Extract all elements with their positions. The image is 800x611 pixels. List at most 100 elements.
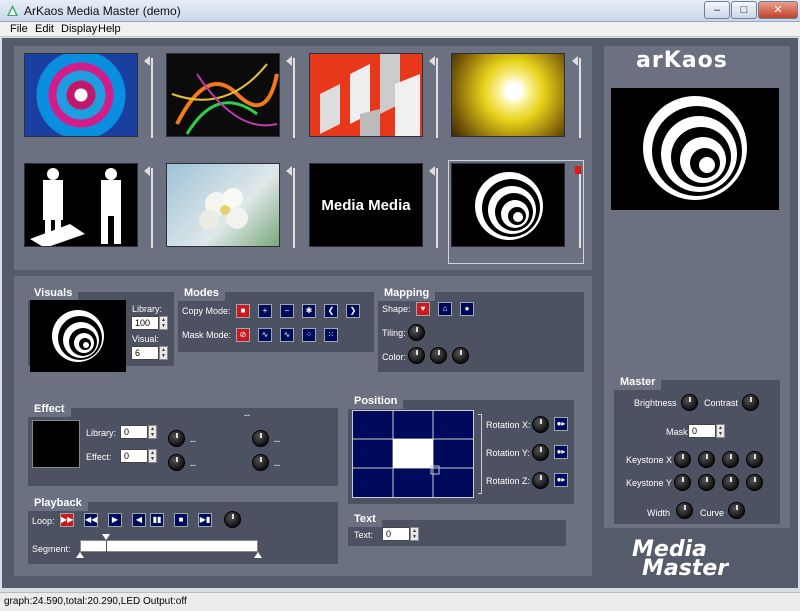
thumb-4-slider-handle[interactable] [572, 56, 578, 66]
effect-library-spinner[interactable]: ▲ ▼ [148, 425, 157, 439]
keystone-x-knob-4[interactable] [746, 451, 763, 468]
app-icon [7, 5, 18, 16]
position-grid[interactable] [352, 410, 474, 498]
mask-mode-none-button[interactable]: ⊘ [236, 328, 250, 342]
thumb-6-slider[interactable] [293, 168, 295, 248]
thumb-1-slider-handle[interactable] [144, 56, 150, 66]
playback-speed-knob[interactable] [224, 511, 241, 528]
segment-end-marker[interactable] [254, 552, 262, 558]
rotation-z-knob[interactable] [532, 472, 549, 489]
effect-param-knob-3[interactable] [252, 430, 269, 447]
thumb-5-slider-handle[interactable] [144, 166, 150, 176]
skip-end-button[interactable]: ▶▮ [198, 513, 212, 527]
mask-mode-grid-button[interactable]: ⁙ [324, 328, 338, 342]
keystone-y-knob-1[interactable] [674, 474, 691, 491]
shape-heart-button[interactable]: ♥ [416, 302, 430, 316]
mask-field[interactable]: 0 [688, 424, 716, 438]
copy-mode-label: Copy Mode: [182, 306, 231, 316]
media-master-logo: Media Master [632, 539, 729, 581]
logo-line-2: Master [642, 556, 729, 581]
effect-effect-field[interactable]: 0 [120, 449, 148, 463]
visuals-library-field[interactable]: 100 [131, 316, 159, 330]
reverse-button[interactable]: ◀ [132, 513, 146, 527]
rotation-y-knob[interactable] [532, 444, 549, 461]
thumb-3-slider-handle[interactable] [429, 56, 435, 66]
keystone-x-knob-2[interactable] [698, 451, 715, 468]
menu-help[interactable]: Help [98, 23, 121, 35]
stop-button[interactable]: ■ [174, 513, 188, 527]
thumb-7-slider-handle[interactable] [429, 166, 435, 176]
shape-lock-button[interactable]: ⌂ [438, 302, 452, 316]
copy-mode-left-button[interactable]: ❮ [324, 304, 338, 318]
keystone-x-knob-1[interactable] [674, 451, 691, 468]
copy-mode-add-button[interactable]: + [258, 304, 272, 318]
thumb-7-slider[interactable] [436, 168, 438, 248]
color-knob-g[interactable] [430, 347, 447, 364]
effect-param-knob-2[interactable] [168, 454, 185, 471]
visuals-visual-spinner[interactable]: ▲ ▼ [159, 346, 168, 360]
menu-display[interactable]: Display [61, 23, 97, 35]
thumb-3-slider[interactable] [436, 58, 438, 138]
thumbnail-2[interactable] [166, 53, 280, 137]
effect-library-field[interactable]: 0 [120, 425, 148, 439]
copy-mode-right-button[interactable]: ❯ [346, 304, 360, 318]
close-button[interactable]: ✕ [758, 1, 798, 19]
thumbnail-3[interactable] [309, 53, 423, 137]
shape-circle-button[interactable]: ● [460, 302, 474, 316]
keystone-y-knob-2[interactable] [698, 474, 715, 491]
visuals-library-spinner[interactable]: ▲ ▼ [159, 316, 168, 330]
copy-mode-normal-button[interactable]: ■ [236, 304, 250, 318]
visuals-visual-field[interactable]: 6 [131, 346, 159, 360]
thumb-6-slider-handle[interactable] [286, 166, 292, 176]
color-knob-r[interactable] [408, 347, 425, 364]
keystone-y-knob-3[interactable] [722, 474, 739, 491]
thumbnail-7[interactable]: Media Media [309, 163, 423, 247]
effect-param-knob-4[interactable] [252, 454, 269, 471]
width-knob[interactable] [676, 502, 693, 519]
contrast-knob[interactable] [742, 394, 759, 411]
tiling-knob[interactable] [408, 324, 425, 341]
menu-file[interactable]: File [10, 23, 28, 35]
color-knob-b[interactable] [452, 347, 469, 364]
thumb-5-slider[interactable] [151, 168, 153, 248]
mask-spinner[interactable]: ▲ ▼ [716, 424, 725, 438]
pause-button[interactable]: ▮▮ [150, 513, 164, 527]
text-field[interactable]: 0 [382, 527, 410, 541]
rotation-z-reset-button[interactable]: ●▸ [554, 473, 568, 487]
thumbnail-4[interactable] [451, 53, 565, 137]
curve-knob[interactable] [728, 502, 745, 519]
minimize-button[interactable]: – [704, 1, 730, 19]
rotation-y-reset-button[interactable]: ●▸ [554, 445, 568, 459]
rotation-x-knob[interactable] [532, 416, 549, 433]
effect-effect-label: Effect: [86, 452, 112, 462]
silhouettes-image [30, 168, 121, 246]
thumbnail-8[interactable] [451, 163, 565, 247]
rewind-button[interactable]: ◀◀ [84, 513, 98, 527]
thumb-1-slider[interactable] [151, 58, 153, 138]
copy-mode-subtract-button[interactable]: − [280, 304, 294, 318]
brightness-knob[interactable] [681, 394, 698, 411]
menu-edit[interactable]: Edit [35, 23, 54, 35]
thumb-2-slider[interactable] [293, 58, 295, 138]
thumbnail-6[interactable] [166, 163, 280, 247]
keystone-y-knob-4[interactable] [746, 474, 763, 491]
mask-mode-wave2-button[interactable]: ∿ [280, 328, 294, 342]
mask-mode-wave-button[interactable]: ∿ [258, 328, 272, 342]
mask-mode-dots-button[interactable]: ⁘ [302, 328, 316, 342]
rotation-x-reset-button[interactable]: ●▸ [554, 417, 568, 431]
play-button[interactable]: ▶ [108, 513, 122, 527]
loop-pingpong-button[interactable]: ▶▶ [60, 513, 74, 527]
copy-mode-multiply-button[interactable]: ✱ [302, 304, 316, 318]
thumbnail-1[interactable] [24, 53, 138, 137]
effect-param-knob-1[interactable] [168, 430, 185, 447]
text-spinner[interactable]: ▲ ▼ [410, 527, 419, 541]
mask-mode-label: Mask Mode: [182, 330, 232, 340]
maximize-button[interactable]: □ [731, 1, 757, 19]
thumb-8-slider[interactable] [579, 168, 581, 248]
thumb-4-slider[interactable] [579, 58, 581, 138]
segment-start-marker[interactable] [76, 552, 84, 558]
effect-effect-spinner[interactable]: ▲ ▼ [148, 449, 157, 463]
thumbnail-5[interactable] [24, 163, 138, 247]
keystone-x-knob-3[interactable] [722, 451, 739, 468]
thumb-2-slider-handle[interactable] [286, 56, 292, 66]
